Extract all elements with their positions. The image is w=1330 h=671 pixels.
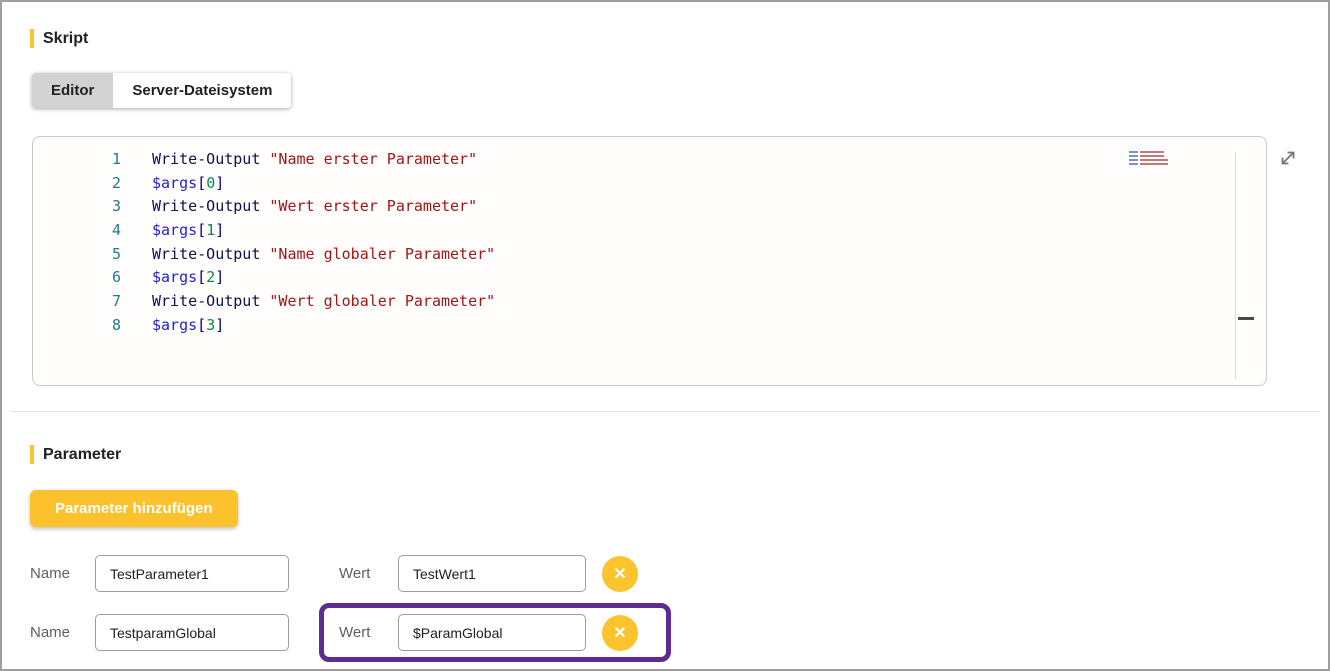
code-token-string: "Name erster Parameter" xyxy=(269,150,477,168)
parameter-section-header: Parameter xyxy=(30,445,1328,464)
parameter-rows: Name Wert ✕ Name Wert ✕ xyxy=(30,544,1328,662)
wert-label: Wert xyxy=(339,565,379,582)
code-token-cmdlet: Write-Output xyxy=(152,197,269,215)
code-token-number: 2 xyxy=(206,268,215,286)
parameter-row: Name Wert ✕ xyxy=(30,603,1328,662)
script-source-tabs: Editor Server-Dateisystem xyxy=(32,73,291,108)
code-token-bracket: ] xyxy=(215,174,224,192)
code-text: $args[0] xyxy=(152,174,224,192)
parameter-row: Name Wert ✕ xyxy=(30,544,1328,603)
editor-row: 1Write-Output "Name erster Parameter"2$a… xyxy=(32,136,1328,386)
code-line: 5 Write-Output "Name globaler Parameter" xyxy=(33,243,1266,267)
script-section-title: Skript xyxy=(43,30,88,48)
code-line: 8 $args[3] xyxy=(33,314,1266,338)
code-token-variable: $args xyxy=(152,221,197,239)
code-token-string: "Name globaler Parameter" xyxy=(269,245,495,263)
code-token-bracket: [ xyxy=(197,174,206,192)
code-line: 1 Write-Output "Name erster Parameter" xyxy=(33,148,1266,172)
code-line: 3 Write-Output "Wert erster Parameter" xyxy=(33,195,1266,219)
remove-parameter-button[interactable]: ✕ xyxy=(602,615,638,651)
minimap-string-mark xyxy=(1140,163,1168,165)
line-number: 6 xyxy=(33,266,121,290)
code-line: 4 $args[1] xyxy=(33,219,1266,243)
code-token-variable: $args xyxy=(152,268,197,286)
code-text: $args[1] xyxy=(152,221,224,239)
parameter-value-input[interactable] xyxy=(398,555,586,592)
wert-label: Wert xyxy=(339,624,379,641)
code-token-cmdlet: Write-Output xyxy=(152,150,269,168)
minimap-code-mark xyxy=(1129,151,1138,153)
wert-group: Wert ✕ xyxy=(319,544,671,603)
parameter-section-title: Parameter xyxy=(43,446,121,464)
code-token-cmdlet: Write-Output xyxy=(152,245,269,263)
code-editor[interactable]: 1Write-Output "Name erster Parameter"2$a… xyxy=(32,136,1267,386)
code-text: $args[3] xyxy=(152,316,224,334)
code-token-cmdlet: Write-Output xyxy=(152,292,269,310)
add-parameter-button[interactable]: Parameter hinzufügen xyxy=(30,490,238,527)
wert-group-highlighted: Wert ✕ xyxy=(319,603,671,662)
line-number: 8 xyxy=(33,314,121,338)
minimap-row xyxy=(1129,163,1168,165)
remove-parameter-button[interactable]: ✕ xyxy=(602,556,638,592)
expand-icon xyxy=(1278,156,1298,171)
code-text: Write-Output "Wert erster Parameter" xyxy=(152,197,477,215)
minimap-string-mark xyxy=(1140,151,1164,153)
close-icon: ✕ xyxy=(613,623,626,643)
code-token-bracket: ] xyxy=(215,221,224,239)
code-token-bracket: [ xyxy=(197,316,206,334)
close-icon: ✕ xyxy=(613,564,626,584)
code-token-number: 0 xyxy=(206,174,215,192)
code-line: 7 Write-Output "Wert globaler Parameter" xyxy=(33,290,1266,314)
line-number: 5 xyxy=(33,243,121,267)
line-number: 2 xyxy=(33,172,121,196)
minimap-code-mark xyxy=(1129,163,1138,165)
expand-editor-button[interactable] xyxy=(1278,148,1298,171)
code-token-string: "Wert globaler Parameter" xyxy=(269,292,495,310)
code-token-number: 1 xyxy=(206,221,215,239)
minimap-row xyxy=(1129,151,1168,153)
script-section-header: Skript xyxy=(30,29,1328,48)
parameter-name-input[interactable] xyxy=(95,614,289,651)
scrollbar-handle[interactable] xyxy=(1238,317,1254,320)
code-text: Write-Output "Wert globaler Parameter" xyxy=(152,292,495,310)
code-text: $args[2] xyxy=(152,268,224,286)
overview-ruler xyxy=(1235,153,1236,379)
line-number: 3 xyxy=(33,195,121,219)
line-number: 1 xyxy=(33,148,121,172)
line-number: 4 xyxy=(33,219,121,243)
code-token-bracket: ] xyxy=(215,268,224,286)
code-token-number: 3 xyxy=(206,316,215,334)
code-line: 6 $args[2] xyxy=(33,266,1266,290)
accent-bar xyxy=(30,29,34,48)
minimap-code-mark xyxy=(1129,155,1138,157)
code-text: Write-Output "Name globaler Parameter" xyxy=(152,245,495,263)
code-token-bracket: [ xyxy=(197,268,206,286)
section-divider xyxy=(10,411,1320,412)
code-token-string: "Wert erster Parameter" xyxy=(269,197,477,215)
code-token-bracket: ] xyxy=(215,316,224,334)
code-lines: 1Write-Output "Name erster Parameter"2$a… xyxy=(33,148,1266,338)
tab-editor[interactable]: Editor xyxy=(32,73,113,108)
code-text: Write-Output "Name erster Parameter" xyxy=(152,150,477,168)
parameter-name-input[interactable] xyxy=(95,555,289,592)
line-number: 7 xyxy=(33,290,121,314)
tab-server-dateisystem[interactable]: Server-Dateisystem xyxy=(113,73,291,108)
minimap-string-mark xyxy=(1140,155,1164,157)
name-label: Name xyxy=(30,624,79,641)
minimap-row xyxy=(1129,155,1168,157)
parameter-value-input[interactable] xyxy=(398,614,586,651)
code-line: 2 $args[0] xyxy=(33,172,1266,196)
code-token-variable: $args xyxy=(152,174,197,192)
code-token-variable: $args xyxy=(152,316,197,334)
code-token-bracket: [ xyxy=(197,221,206,239)
name-label: Name xyxy=(30,565,79,582)
minimap[interactable] xyxy=(1129,151,1168,165)
minimap-string-mark xyxy=(1140,159,1168,161)
minimap-row xyxy=(1129,159,1168,161)
script-task-panel: Skript Editor Server-Dateisystem 1 Write-… xyxy=(0,0,1330,671)
minimap-code-mark xyxy=(1129,159,1138,161)
accent-bar xyxy=(30,445,34,464)
